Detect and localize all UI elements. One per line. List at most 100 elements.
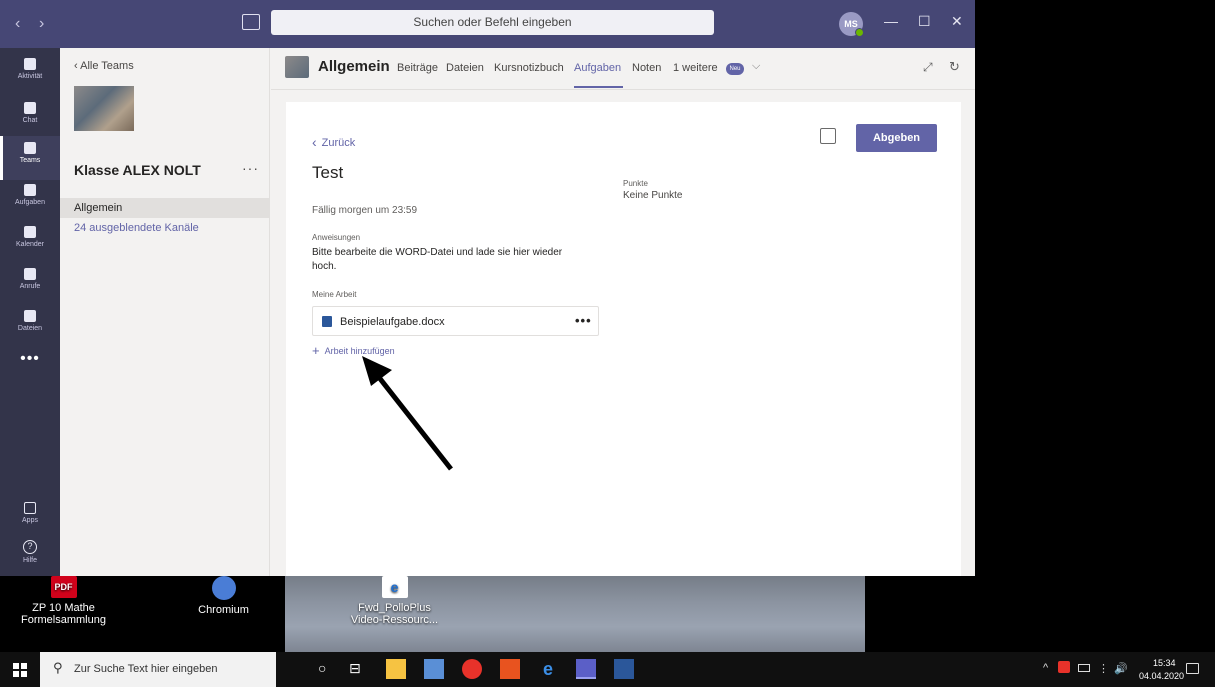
all-teams-link[interactable]: ‹ Alle Teams: [74, 60, 134, 72]
search-icon: ⚲: [53, 660, 63, 675]
team-more-button[interactable]: ···: [242, 160, 259, 176]
bell-icon: [24, 58, 36, 70]
channel-header: Allgemein Beiträge Dateien Kursnotizbuch…: [271, 48, 975, 90]
expand-icon[interactable]: ⤢: [923, 60, 933, 75]
points-label: Punkte: [623, 179, 648, 188]
add-work-label: Arbeit hinzufügen: [324, 346, 395, 356]
close-button[interactable]: ✕: [951, 13, 963, 30]
files-icon: [24, 310, 36, 322]
desktop-icon-edge-file[interactable]: e Fwd_PolloPlus Video-Ressourc...: [347, 576, 442, 626]
teams-window: ‹ › Suchen oder Befehl eingeben MS — ☐ ✕…: [0, 0, 975, 576]
compose-icon[interactable]: [242, 14, 260, 30]
task-view-icon[interactable]: ⊟: [349, 660, 361, 677]
more-apps-button[interactable]: •••: [0, 350, 60, 368]
tab-beitraege[interactable]: Beiträge: [397, 62, 438, 74]
team-image: [74, 86, 134, 131]
rail-item-teams[interactable]: Teams: [0, 136, 60, 180]
submit-button[interactable]: Abgeben: [856, 124, 937, 152]
forward-arrow-icon[interactable]: ›: [39, 15, 44, 33]
photos-app-icon[interactable]: [424, 659, 444, 679]
rail-item-label: Aufgaben: [15, 199, 45, 206]
network-icon[interactable]: ⋮: [1098, 662, 1109, 675]
refresh-icon[interactable]: ↻: [949, 59, 960, 75]
help-icon: ?: [23, 540, 37, 554]
volume-icon[interactable]: 🔊: [1114, 662, 1128, 675]
file-name[interactable]: Beispielaufgabe.docx: [340, 316, 445, 328]
rail-item-label: Hilfe: [22, 557, 37, 564]
immersive-reader-icon[interactable]: [820, 128, 836, 144]
tray-chevron-up-icon[interactable]: ^: [1043, 662, 1048, 674]
title-bar: ‹ › Suchen oder Befehl eingeben MS — ☐ ✕: [0, 0, 975, 48]
rail-item-files[interactable]: Dateien: [0, 304, 60, 348]
desktop-icon-pdf[interactable]: PDF ZP 10 Mathe Formelsammlung: [16, 576, 111, 626]
avatar[interactable]: MS: [839, 12, 864, 37]
word-taskbar-icon[interactable]: [614, 659, 634, 679]
cortana-icon[interactable]: ○: [318, 660, 326, 676]
back-arrow-icon[interactable]: ‹: [15, 15, 20, 33]
assignments-icon: [24, 184, 36, 196]
rail-item-assignments[interactable]: Aufgaben: [0, 178, 60, 222]
tab-kursnotizbuch[interactable]: Kursnotizbuch: [494, 62, 564, 74]
tab-more[interactable]: 1 weitere: [673, 62, 718, 74]
calendar-icon: [24, 226, 36, 238]
team-panel: ‹ Alle Teams Klasse ALEX NOLT ··· Allgem…: [60, 48, 270, 576]
office-app-icon[interactable]: [500, 659, 520, 679]
rail-item-activity[interactable]: Aktivität: [0, 52, 60, 96]
channel-avatar: [285, 56, 309, 78]
phone-icon: [24, 268, 36, 280]
rail-item-label: Kalender: [15, 241, 45, 248]
chromium-icon: [211, 576, 236, 600]
rail-item-calendar[interactable]: Kalender: [0, 220, 60, 264]
chat-icon: [24, 102, 36, 114]
attached-file[interactable]: Beispielaufgabe.docx •••: [312, 306, 599, 336]
points-value: Keine Punkte: [623, 190, 683, 201]
presence-icon: [855, 28, 864, 37]
windows-start-icon[interactable]: [13, 663, 27, 677]
clock-date[interactable]: 04.04.2020: [1139, 671, 1184, 681]
minimize-button[interactable]: —: [884, 13, 898, 29]
taskbar: ⚲ Zur Suche Text hier eingeben ○ ⊟ e ^ ⋮…: [0, 652, 1215, 687]
hidden-channels-link[interactable]: 24 ausgeblendete Kanäle: [74, 222, 199, 234]
apps-icon: [24, 502, 36, 514]
add-work-button[interactable]: + Arbeit hinzufügen: [312, 343, 395, 358]
desktop-icon-chromium[interactable]: Chromium: [176, 576, 271, 616]
due-date: Fällig morgen um 23:59: [312, 205, 418, 216]
desktop-icon-label: Fwd_PolloPlus Video-Ressourc...: [350, 602, 439, 626]
battery-icon[interactable]: [1078, 664, 1090, 672]
edge-icon: e: [381, 576, 408, 598]
notification-icon[interactable]: [1186, 663, 1199, 674]
rail-item-help[interactable]: ? Hilfe: [0, 534, 60, 578]
antivirus-app-icon[interactable]: [462, 659, 482, 679]
file-explorer-icon[interactable]: [386, 659, 406, 679]
rail-item-label: Chat: [22, 117, 38, 124]
chevron-down-icon[interactable]: ⌵: [752, 60, 760, 73]
teams-taskbar-icon[interactable]: [576, 659, 596, 679]
back-link[interactable]: ‹ Zurück: [312, 134, 355, 150]
desktop-icon-label: Chromium: [198, 604, 249, 616]
plus-icon: +: [312, 343, 320, 358]
tray-antivirus-icon[interactable]: [1058, 661, 1070, 673]
teams-icon: [24, 142, 36, 154]
clock-time[interactable]: 15:34: [1153, 658, 1176, 668]
search-input[interactable]: Suchen oder Befehl eingeben: [271, 10, 714, 35]
tab-aufgaben[interactable]: Aufgaben: [574, 62, 621, 74]
tab-dateien[interactable]: Dateien: [446, 62, 484, 74]
taskbar-search-input[interactable]: ⚲ Zur Suche Text hier eingeben: [40, 652, 276, 687]
edge-browser-icon[interactable]: e: [538, 659, 558, 679]
instructions-label: Anweisungen: [312, 233, 361, 242]
channel-item-allgemein[interactable]: Allgemein: [60, 198, 270, 218]
rail-item-label: Aktivität: [17, 73, 43, 80]
tab-noten[interactable]: Noten: [632, 62, 661, 74]
avatar-initials: MS: [844, 19, 858, 29]
maximize-button[interactable]: ☐: [918, 13, 931, 30]
instructions-text: Bitte bearbeite die WORD-Datei und lade …: [312, 247, 563, 272]
rail-item-calls[interactable]: Anrufe: [0, 262, 60, 306]
taskbar-search-placeholder: Zur Suche Text hier eingeben: [74, 663, 218, 675]
rail-item-label: Teams: [19, 157, 41, 164]
word-file-icon: [322, 316, 332, 327]
file-more-button[interactable]: •••: [575, 313, 592, 328]
rail-item-chat[interactable]: Chat: [0, 96, 60, 140]
channel-title: Allgemein: [318, 58, 390, 75]
app-rail: Aktivität Chat Teams Aufgaben Kalender A…: [0, 48, 60, 576]
screen: PDF ZP 10 Mathe Formelsammlung Chromium …: [0, 0, 1215, 687]
